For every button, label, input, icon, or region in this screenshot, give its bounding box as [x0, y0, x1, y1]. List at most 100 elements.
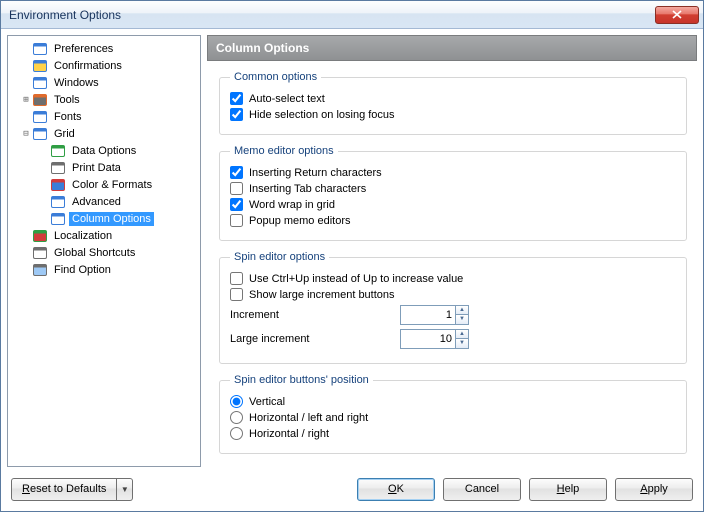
tree-item-grid[interactable]: ⊟ Grid	[8, 125, 200, 142]
confirm-icon	[32, 58, 48, 74]
tree-item-localization[interactable]: Localization	[8, 227, 200, 244]
ok-button[interactable]: OK	[357, 478, 435, 501]
chk-popup-input[interactable]	[230, 214, 243, 227]
spinner-large-increment[interactable]: ▲▼	[455, 329, 469, 349]
tree-item-fonts[interactable]: Fonts	[8, 108, 200, 125]
row-increment: Increment ▲▼	[230, 305, 676, 325]
chk-auto-select-label: Auto-select text	[249, 93, 325, 105]
tree-item-label: Preferences	[51, 42, 116, 56]
tree-item-preferences[interactable]: Preferences	[8, 40, 200, 57]
group-common: Common options Auto-select text Hide sel…	[219, 71, 687, 135]
chk-ins-tab-input[interactable]	[230, 182, 243, 195]
tree-item-label: Fonts	[51, 110, 85, 124]
tree-item-label: Global Shortcuts	[51, 246, 138, 260]
chk-popup[interactable]: Popup memo editors	[230, 214, 676, 227]
fonts-icon	[32, 109, 48, 125]
chk-hide-selection-label: Hide selection on losing focus	[249, 109, 395, 121]
row-large-increment: Large increment ▲▼	[230, 329, 676, 349]
chevron-down-icon[interactable]: ▼	[455, 339, 469, 349]
tree-item-label: Print Data	[69, 161, 124, 175]
prefs-icon	[32, 41, 48, 57]
chk-large-btns-input[interactable]	[230, 288, 243, 301]
right-pane: Column Options Common options Auto-selec…	[207, 35, 697, 467]
chk-auto-select-input[interactable]	[230, 92, 243, 105]
chevron-up-icon[interactable]: ▲	[455, 305, 469, 315]
tree-item-label: Localization	[51, 229, 115, 243]
radio-position-2[interactable]: Horizontal / right	[230, 427, 676, 440]
group-memo-legend: Memo editor options	[230, 145, 338, 157]
reset-dropdown-button[interactable]: ▼	[117, 478, 133, 501]
help-button[interactable]: Help	[529, 478, 607, 501]
tree-item-confirmations[interactable]: Confirmations	[8, 57, 200, 74]
group-common-legend: Common options	[230, 71, 321, 83]
apply-button[interactable]: Apply	[615, 478, 693, 501]
print-icon	[50, 160, 66, 176]
radio-position-0-input[interactable]	[230, 395, 243, 408]
grid-icon	[32, 126, 48, 142]
windows-icon	[32, 75, 48, 91]
tree-item-windows[interactable]: Windows	[8, 74, 200, 91]
find-icon	[32, 262, 48, 278]
tree-item-label: Confirmations	[51, 59, 125, 73]
reset-split-button[interactable]: Reset to Defaults ▼	[11, 478, 133, 501]
window-title: Environment Options	[9, 8, 655, 22]
radio-position-1[interactable]: Horizontal / left and right	[230, 411, 676, 424]
spinner-increment[interactable]: ▲▼	[455, 305, 469, 325]
radio-position-0[interactable]: Vertical	[230, 395, 676, 408]
tree-item-color-formats[interactable]: Color & Formats	[8, 176, 200, 193]
chk-word-wrap-input[interactable]	[230, 198, 243, 211]
input-increment[interactable]	[400, 305, 456, 325]
cancel-button[interactable]: Cancel	[443, 478, 521, 501]
twisty-icon[interactable]: ⊞	[20, 95, 32, 105]
radio-position-1-input[interactable]	[230, 411, 243, 424]
group-memo: Memo editor options Inserting Return cha…	[219, 145, 687, 241]
tree-item-label: Windows	[51, 76, 102, 90]
tree-item-data-options[interactable]: Data Options	[8, 142, 200, 159]
footer: Reset to Defaults ▼ OK Cancel Help Apply	[1, 467, 703, 511]
tree-item-advanced[interactable]: Advanced	[8, 193, 200, 210]
tools-icon	[32, 92, 48, 108]
chk-ins-return-input[interactable]	[230, 166, 243, 179]
close-button[interactable]	[655, 6, 699, 24]
titlebar: Environment Options	[1, 1, 703, 29]
chk-large-btns[interactable]: Show large increment buttons	[230, 288, 676, 301]
group-spin-legend: Spin editor options	[230, 251, 329, 263]
short-icon	[32, 245, 48, 261]
tree-item-column-options[interactable]: Column Options	[8, 210, 200, 227]
chk-hide-selection-input[interactable]	[230, 108, 243, 121]
chk-word-wrap[interactable]: Word wrap in grid	[230, 198, 676, 211]
tree-item-label: Data Options	[69, 144, 139, 158]
tree-item-label: Advanced	[69, 195, 124, 209]
tree-item-print-data[interactable]: Print Data	[8, 159, 200, 176]
tree-item-label: Color & Formats	[69, 178, 155, 192]
chk-auto-select[interactable]: Auto-select text	[230, 92, 676, 105]
tree-item-label: Tools	[51, 93, 83, 107]
chk-ctrl-up[interactable]: Use Ctrl+Up instead of Up to increase va…	[230, 272, 676, 285]
nav-tree[interactable]: Preferences Confirmations Windows ⊞ Tools Fon…	[7, 35, 201, 467]
chk-ins-tab[interactable]: Inserting Tab characters	[230, 182, 676, 195]
tree-item-tools[interactable]: ⊞ Tools	[8, 91, 200, 108]
adv-icon	[50, 194, 66, 210]
data-icon	[50, 143, 66, 159]
reset-button[interactable]: Reset to Defaults	[11, 478, 117, 501]
group-position-legend: Spin editor buttons' position	[230, 374, 373, 386]
chk-ins-return[interactable]: Inserting Return characters	[230, 166, 676, 179]
chevron-down-icon[interactable]: ▼	[455, 315, 469, 325]
tree-item-label: Find Option	[51, 263, 114, 277]
group-position: Spin editor buttons' position Vertical Ho…	[219, 374, 687, 454]
chevron-up-icon[interactable]: ▲	[455, 329, 469, 339]
chk-ctrl-up-input[interactable]	[230, 272, 243, 285]
col-icon	[50, 211, 66, 227]
twisty-icon[interactable]: ⊟	[20, 129, 32, 139]
tree-item-label: Grid	[51, 127, 78, 141]
pane-title: Column Options	[207, 35, 697, 61]
local-icon	[32, 228, 48, 244]
input-large-increment[interactable]	[400, 329, 456, 349]
group-spin: Spin editor options Use Ctrl+Up instead …	[219, 251, 687, 364]
color-icon	[50, 177, 66, 193]
radio-position-2-input[interactable]	[230, 427, 243, 440]
close-icon	[672, 10, 682, 19]
tree-item-global-shortcuts[interactable]: Global Shortcuts	[8, 244, 200, 261]
chk-hide-selection[interactable]: Hide selection on losing focus	[230, 108, 676, 121]
tree-item-find-option[interactable]: Find Option	[8, 261, 200, 278]
